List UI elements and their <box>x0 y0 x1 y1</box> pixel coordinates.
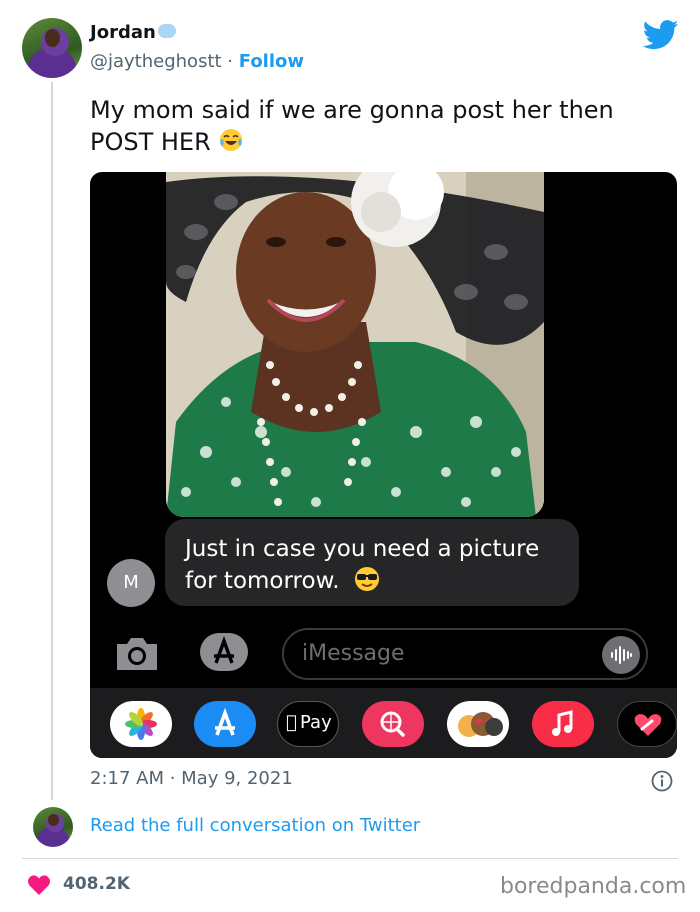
author-avatar[interactable] <box>22 18 82 78</box>
tweet-media-image[interactable]: Just in case you need a picture for tomo… <box>90 172 677 758</box>
likes-count[interactable]: 408.2K <box>63 874 130 894</box>
camera-icon[interactable] <box>112 634 162 674</box>
apple-pay-app-icon[interactable]:  Pay <box>277 701 339 747</box>
twitter-bird-icon[interactable] <box>643 20 679 50</box>
thread-line <box>51 82 53 800</box>
contact-avatar: M <box>107 559 155 607</box>
app-store-icon[interactable] <box>198 631 250 673</box>
author-handle-row: @jaytheghostt · Follow <box>90 51 304 72</box>
tweet-text-line1: My mom said if we are gonna post her the… <box>90 96 614 124</box>
web-search-app-icon[interactable] <box>362 701 424 747</box>
speech-bubble-icon <box>157 24 176 38</box>
boredpanda-watermark: boredpanda.com <box>500 874 687 899</box>
photos-app-icon[interactable] <box>110 701 172 747</box>
sunglasses-emoji-icon <box>354 567 379 591</box>
imessage-input[interactable]: iMessage <box>282 628 648 680</box>
digital-touch-app-icon[interactable] <box>617 701 677 747</box>
separator: · <box>221 51 239 72</box>
tears-of-joy-emoji-icon <box>220 129 243 151</box>
heart-icon[interactable] <box>27 874 51 896</box>
author-handle[interactable]: @jaytheghostt <box>90 51 222 72</box>
tweet-timestamp[interactable]: 2:17 AM · May 9, 2021 <box>90 768 293 789</box>
attached-photo <box>166 172 544 517</box>
reply-avatar[interactable] <box>33 807 73 847</box>
compose-row: iMessage <box>90 624 677 686</box>
woman-in-hat-photo <box>166 172 544 517</box>
apple-pay-label: Pay <box>300 712 332 733</box>
message-line2: for tomorrow. <box>185 568 340 594</box>
imessage-placeholder: iMessage <box>302 641 405 666</box>
message-bubble: Just in case you need a picture for tomo… <box>165 519 579 606</box>
author-name[interactable]: Jordan <box>90 22 176 43</box>
audio-waveform-icon[interactable] <box>602 636 640 674</box>
tweet-text: My mom said if we are gonna post her the… <box>90 94 670 158</box>
divider <box>22 858 678 859</box>
tweet-text-line2: POST HER <box>90 128 211 156</box>
follow-button[interactable]: Follow <box>239 51 304 72</box>
info-icon[interactable] <box>651 770 673 792</box>
music-app-icon[interactable] <box>532 701 594 747</box>
read-full-conversation-link[interactable]: Read the full conversation on Twitter <box>90 815 420 836</box>
app-store-app-icon[interactable] <box>194 701 256 747</box>
app-drawer:  Pay <box>90 688 677 758</box>
message-line1: Just in case you need a picture <box>185 536 540 562</box>
memoji-app-icon[interactable] <box>447 701 509 747</box>
